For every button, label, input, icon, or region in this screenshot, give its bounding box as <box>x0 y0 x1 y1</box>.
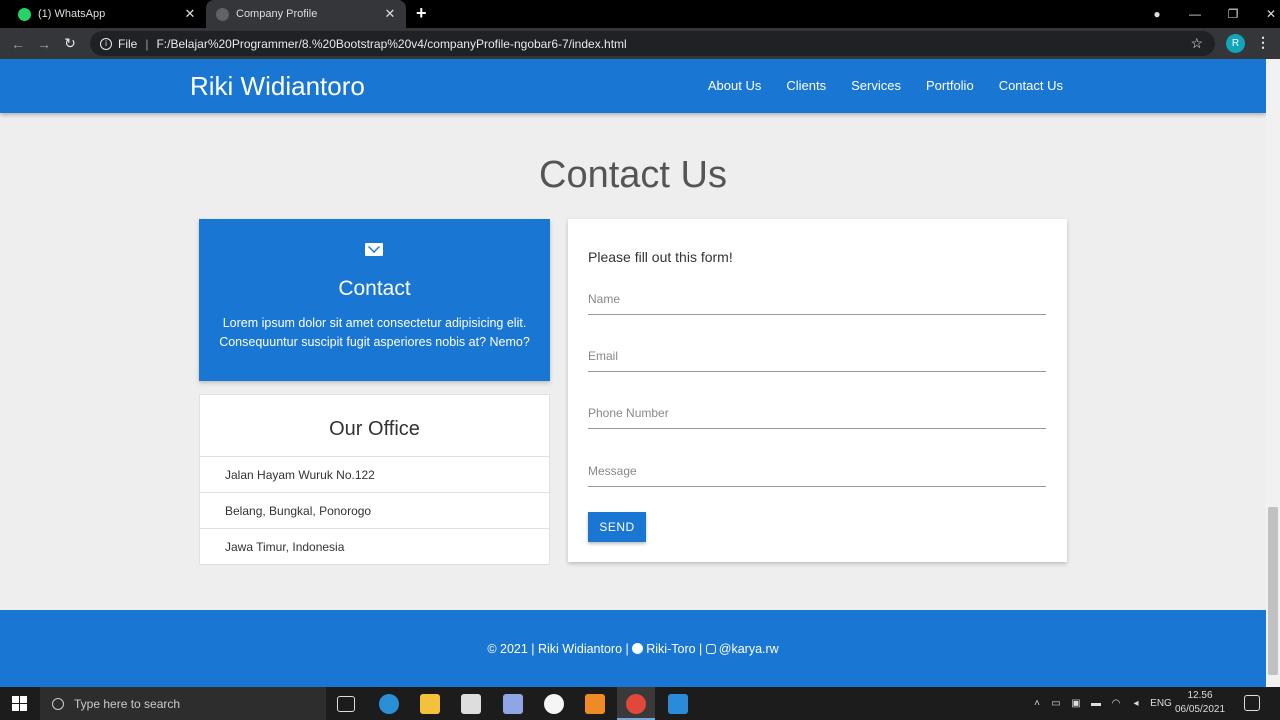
chrome-icon <box>626 694 646 714</box>
task-view-icon[interactable] <box>337 696 355 712</box>
xampp-icon[interactable] <box>585 694 605 714</box>
email-field-wrapper <box>588 342 1046 372</box>
wifi-icon[interactable]: ◠ <box>1106 698 1126 709</box>
nav-link-services[interactable]: Services <box>851 78 901 93</box>
email-field[interactable] <box>588 342 1046 370</box>
tab-title: Company Profile <box>236 8 318 20</box>
page-viewport: Riki Widiantoro About Us Clients Service… <box>0 59 1266 687</box>
bookmark-star-icon[interactable]: ☆ <box>1190 35 1203 52</box>
phone-field-wrapper <box>588 399 1046 429</box>
github-icon <box>632 643 644 654</box>
envelope-icon <box>365 243 383 256</box>
instagram-icon <box>705 644 716 654</box>
taskbar-search-box[interactable]: Type here to search <box>40 687 326 720</box>
windows-taskbar: Type here to search ˄ ▭ ▣ ▬ ◠ ◂ ENG 12.5… <box>0 687 1280 720</box>
browser-tab-strip: (1) WhatsApp ✕ Company Profile ✕ + ● — ❐… <box>0 0 1280 28</box>
taskbar-clock[interactable]: 12.56 06/05/2021 <box>1170 689 1230 717</box>
message-field[interactable] <box>588 457 1046 485</box>
search-icon <box>52 697 64 710</box>
chevron-up-icon[interactable]: ˄ <box>1028 698 1046 709</box>
reload-icon[interactable]: ↻ <box>57 35 83 52</box>
office-address-line: Jalan Hayam Wuruk No.122 <box>200 457 549 493</box>
chrome-taskbar-button[interactable] <box>617 687 655 720</box>
form-heading: Please fill out this form! <box>588 249 733 265</box>
office-title: Our Office <box>200 395 549 457</box>
back-icon[interactable]: ← <box>5 36 31 52</box>
globe-icon <box>216 7 229 21</box>
section-title: Contact Us <box>539 154 727 196</box>
site-navbar: Riki Widiantoro About Us Clients Service… <box>0 59 1266 113</box>
file-explorer-icon[interactable] <box>420 694 440 714</box>
footer-github-link[interactable]: Riki-Toro <box>646 642 695 656</box>
window-controls: ● — ❐ ✕ <box>1138 0 1280 28</box>
office-address-line: Belang, Bungkal, Ponorogo <box>200 493 549 529</box>
footer-separator: | <box>695 642 706 656</box>
contact-card-text: Lorem ipsum dolor sit amet consectetur a… <box>219 316 530 349</box>
new-tab-button[interactable]: + <box>416 3 427 24</box>
profile-avatar[interactable]: R <box>1226 34 1245 53</box>
menu-dots-icon[interactable]: ⋮ <box>1256 34 1270 51</box>
nav-links: About Us Clients Services Portfolio Cont… <box>708 78 1063 93</box>
scheme-label: File <box>118 36 138 51</box>
office-address-line: Jawa Timur, Indonesia <box>225 540 345 554</box>
contact-card: Contact Lorem ipsum dolor sit amet conse… <box>199 219 550 381</box>
media-control-icon[interactable]: ● <box>1138 7 1176 21</box>
nav-link-portfolio[interactable]: Portfolio <box>926 78 974 93</box>
browser-toolbar: ← → ↻ i File | F:/Belajar%20Programmer/8… <box>0 28 1280 59</box>
address-bar[interactable]: i File | F:/Belajar%20Programmer/8.%20Bo… <box>90 31 1215 56</box>
close-tab-icon[interactable]: ✕ <box>382 6 398 22</box>
footer-instagram-link[interactable]: @karya.rw <box>719 642 779 656</box>
whatsapp-icon <box>18 7 31 21</box>
battery-icon[interactable]: ▬ <box>1086 698 1106 709</box>
scrollbar-thumb[interactable] <box>1268 507 1278 675</box>
device-icon[interactable]: ▭ <box>1046 698 1066 709</box>
forward-icon[interactable]: → <box>31 36 57 52</box>
divider: | <box>145 36 149 51</box>
contact-card-title: Contact <box>338 277 411 300</box>
edge-icon[interactable] <box>379 694 399 714</box>
notion-icon[interactable] <box>544 694 564 714</box>
footer-text: © 2021 | Riki Widiantoro | Riki-Toro | @… <box>0 642 1266 656</box>
phone-field[interactable] <box>588 399 1046 427</box>
contact-form: Please fill out this form! SEND <box>568 219 1067 562</box>
vscode-icon[interactable] <box>668 694 688 714</box>
minimize-button[interactable]: — <box>1176 7 1214 21</box>
close-tab-icon[interactable]: ✕ <box>182 6 198 22</box>
send-button[interactable]: SEND <box>588 512 646 542</box>
screenshot-icon[interactable]: ▣ <box>1066 698 1086 709</box>
name-field-wrapper <box>588 285 1046 315</box>
name-field[interactable] <box>588 285 1046 313</box>
info-icon[interactable]: i <box>100 37 112 50</box>
nav-link-contact-us[interactable]: Contact Us <box>999 78 1063 93</box>
notification-icon[interactable] <box>1244 695 1260 711</box>
clock-date: 06/05/2021 <box>1174 704 1226 715</box>
tab-company-profile[interactable]: Company Profile ✕ <box>206 0 406 28</box>
footer-copyright: © 2021 | Riki Widiantoro | <box>487 642 633 656</box>
url-text[interactable]: F:/Belajar%20Programmer/8.%20Bootstrap%2… <box>156 37 626 51</box>
volume-icon[interactable]: ◂ <box>1126 698 1146 709</box>
nav-link-about-us[interactable]: About Us <box>708 78 761 93</box>
message-field-wrapper <box>588 457 1046 487</box>
page-scrollbar[interactable] <box>1266 59 1280 687</box>
system-tray: ˄ ▭ ▣ ▬ ◠ ◂ ENG <box>1028 687 1176 720</box>
close-window-button[interactable]: ✕ <box>1252 7 1280 21</box>
tab-title: (1) WhatsApp <box>38 8 106 20</box>
photos-app-icon[interactable] <box>503 694 523 714</box>
search-placeholder: Type here to search <box>74 696 181 711</box>
mail-icon[interactable] <box>461 694 481 714</box>
clock-time: 12.56 <box>1187 690 1213 701</box>
nav-link-clients[interactable]: Clients <box>786 78 826 93</box>
navbar-brand[interactable]: Riki Widiantoro <box>190 71 365 102</box>
site-footer: © 2021 | Riki Widiantoro | Riki-Toro | @… <box>0 610 1266 687</box>
restore-button[interactable]: ❐ <box>1214 7 1252 21</box>
windows-start-icon[interactable] <box>12 696 28 712</box>
office-card: Our Office Jalan Hayam Wuruk No.122 Bela… <box>199 394 550 565</box>
tab-whatsapp[interactable]: (1) WhatsApp ✕ <box>8 0 206 28</box>
